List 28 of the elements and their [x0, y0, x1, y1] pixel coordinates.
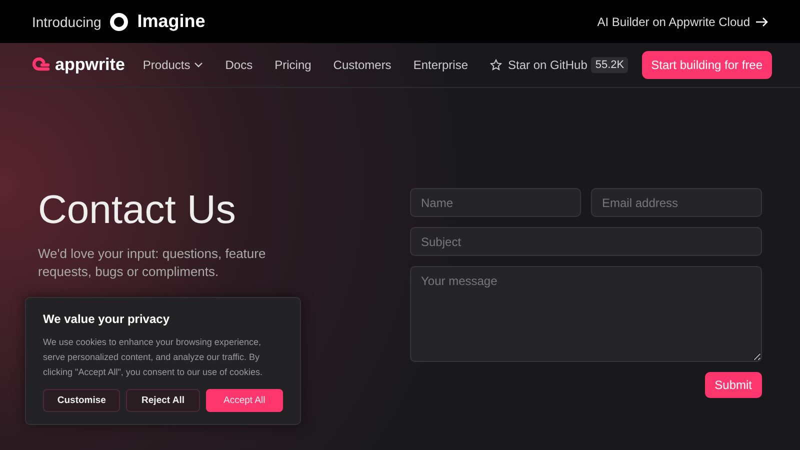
github-star-link[interactable]: Star on GitHub	[490, 58, 588, 72]
nav-link[interactable]: Products	[142, 58, 204, 72]
nav-link[interactable]: Customers	[333, 58, 392, 72]
star-icon	[490, 59, 502, 71]
nav-link[interactable]: Pricing	[274, 58, 312, 72]
cookie-title: We value your privacy	[43, 312, 171, 326]
input-field[interactable]: Subject	[410, 227, 762, 256]
cookie-text: We use cookies to enhance your browsing experience, serve personalized content, and analyze our traffic. By clicking "Accept All", you consent to our use of cookies.	[43, 336, 264, 379]
submit-button[interactable]: Submit	[704, 372, 762, 398]
star-count-badge: 55.2K	[591, 57, 628, 73]
chevron-down-icon	[194, 62, 204, 68]
announcement-intro: Introducing	[32, 14, 102, 30]
cookie-button[interactable]: Reject All	[126, 389, 200, 412]
start-building-button[interactable]: Start building for free	[642, 51, 772, 79]
announcement-link[interactable]: AI Builder on Appwrite Cloud	[597, 14, 768, 28]
input-field[interactable]: Email address	[591, 188, 762, 217]
page-subtitle: We'd love your input: questions, feature requests, bugs or compliments.	[38, 245, 267, 281]
page-title: Contact Us	[38, 188, 237, 233]
arrow-right-icon	[756, 16, 768, 26]
logo-icon	[32, 57, 50, 73]
nav-link[interactable]: Docs	[225, 58, 253, 72]
product-name: Imagine	[137, 11, 206, 32]
nav-link[interactable]: Enterprise	[413, 58, 468, 72]
message-field[interactable]: Your message	[410, 266, 762, 362]
logo-link[interactable]: appwrite	[32, 55, 125, 75]
ring-logo-icon	[109, 12, 130, 32]
input-field[interactable]: Name	[410, 188, 581, 217]
cookie-button[interactable]: Customise	[43, 389, 120, 412]
